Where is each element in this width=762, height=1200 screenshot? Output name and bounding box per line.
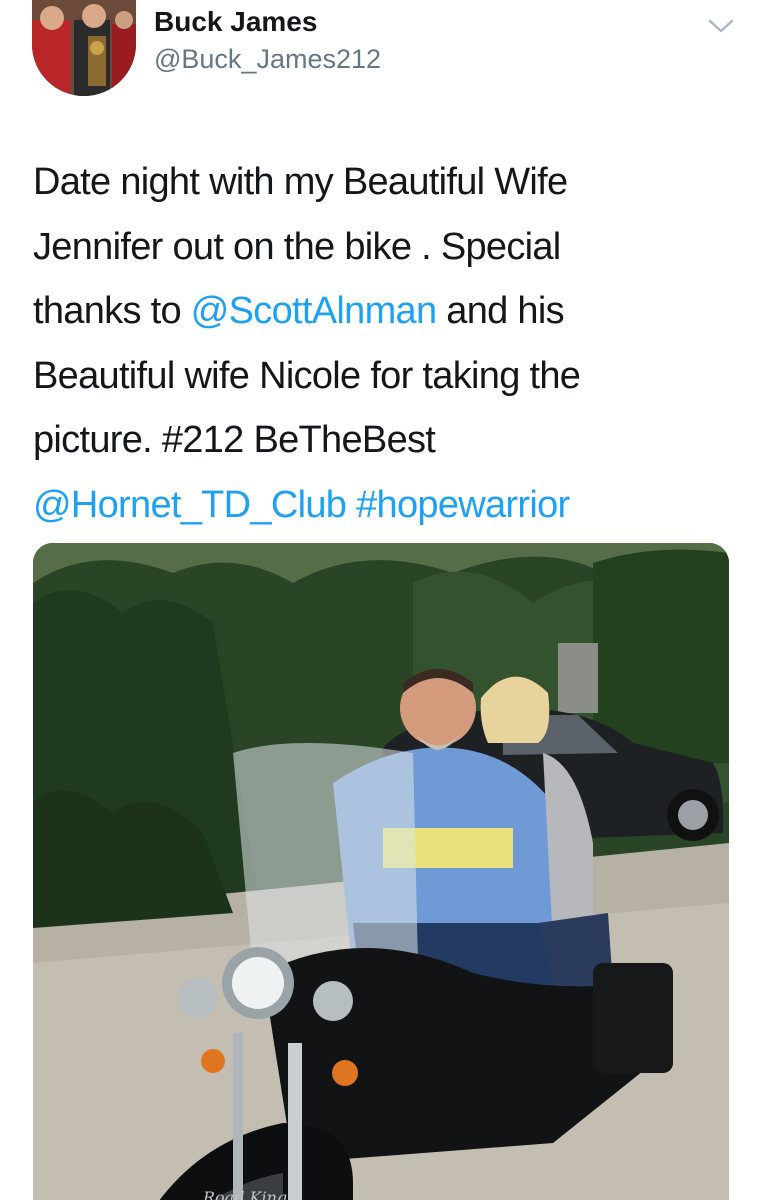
tweet-text-line: Jennifer out on the bike . Special	[33, 225, 561, 268]
tweet-text-segment	[346, 484, 356, 526]
hashtag-link[interactable]: #hopewarrior	[356, 484, 570, 526]
avatar-image	[32, 0, 136, 96]
chevron-down-icon[interactable]	[706, 14, 736, 38]
mention-link[interactable]: @ScottAlnman	[191, 290, 437, 332]
tweet-text-segment: and his	[436, 290, 564, 332]
avatar[interactable]	[32, 0, 136, 96]
tweet-text: Date night with my Beautiful Wife Jennif…	[33, 150, 743, 537]
photo-image: Road King	[33, 543, 729, 1200]
mention-link[interactable]: @Hornet_TD_Club	[33, 484, 347, 526]
tweet-text-line: Date night with my Beautiful Wife	[33, 161, 568, 203]
tweet-text-line: thanks to @ScottAlnman and his	[33, 279, 743, 344]
tweet-card: Buck James @Buck_James212 Date night wit…	[0, 0, 762, 1200]
tweet-text-line: picture. #212 BeTheBest	[33, 419, 436, 461]
tweet-text-line: @Hornet_TD_Club #hopewarrior	[33, 473, 743, 538]
tweet-text-line: Beautiful wife Nicole for taking the	[33, 354, 581, 397]
tweet-photo[interactable]: Road King	[33, 543, 729, 1200]
tweet-text-segment: thanks to	[33, 290, 191, 332]
display-name[interactable]: Buck James	[154, 6, 317, 38]
photo-badge-text: Road King	[202, 1188, 287, 1200]
user-handle[interactable]: @Buck_James212	[154, 44, 381, 75]
